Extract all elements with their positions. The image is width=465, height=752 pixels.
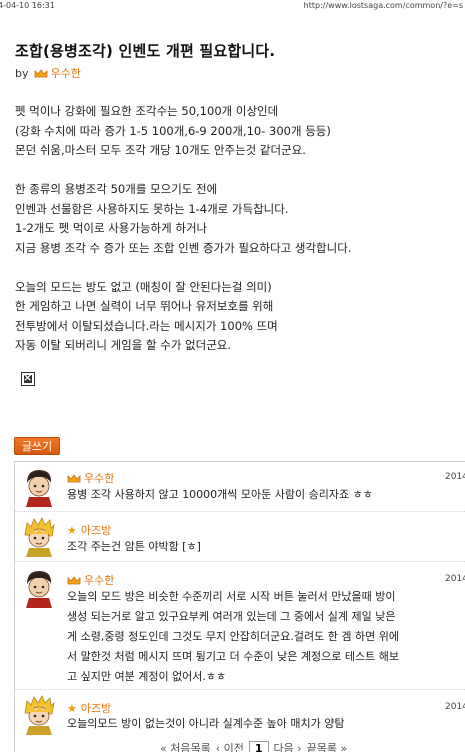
- comment-line: 조각 주는건 암튼 야박함 [ㅎ]: [67, 540, 201, 553]
- body-line: (강화 수치에 따라 증가 1-5 100개,6-9 200개,10- 300개…: [15, 123, 331, 138]
- page-current[interactable]: 1: [248, 740, 269, 752]
- comment-line: 오늘의모드 방이 없는것이 아니라 실계수준 높아 매치가 양탐: [67, 717, 345, 730]
- comment-text: 오늘의 모드 방은 비슷한 수준끼리 서로 시작 버튼 눌러서 만났을때 방이 …: [67, 587, 439, 687]
- page-title: 조합(용병조각) 인벤도 개편 필요합니다.: [15, 42, 276, 60]
- print-url: http://www.lostsaga.com/common/?e=s: [303, 1, 463, 10]
- avatar-blonde-hair: [24, 695, 55, 735]
- page-last-link[interactable]: 끝목록 »: [307, 740, 348, 752]
- broken-image-icon: ×: [21, 371, 35, 386]
- body-line: 1-2개도 펫 먹이로 사용가능하게 하거나: [15, 221, 208, 235]
- comment-text: 조각 주는건 암튼 야박함 [ㅎ]: [67, 537, 439, 557]
- star-rank-icon: ★: [67, 523, 77, 537]
- body-line: 오늘의 모드는 방도 없고 (매칭이 잘 안된다는걸 의미): [15, 279, 272, 294]
- body-line: 한 종류의 용병조각 50개를 모으기도 전에: [15, 182, 218, 196]
- comment-header: 우수한: [67, 572, 114, 588]
- comment-header: ★ 아즈방: [67, 522, 111, 538]
- article-header: 조합(용병조각) 인벤도 개편 필요합니다. by 우수한: [15, 40, 460, 80]
- comment-author[interactable]: 우수한: [84, 470, 114, 486]
- page-first-link[interactable]: « 처음목록: [160, 740, 211, 752]
- comment-item: ★ 아즈방 오늘의모드 방이 없는것이 아니라 실계수준 높아 매치가 양탐 2…: [15, 692, 465, 738]
- comment-date: 2014-: [445, 702, 465, 712]
- by-label: by: [15, 66, 29, 80]
- comment-line: 서 말한것 처럼 메시지 뜨며 튕기고 더 수준이 낮은 계정으로 테스트 해보: [67, 650, 399, 663]
- crown-rank-icon: [67, 575, 81, 584]
- pagination: « 처음목록 ‹ 이전 1 다음 › 끝목록 »: [160, 740, 352, 752]
- page-prev-link[interactable]: ‹ 이전: [216, 740, 244, 752]
- comment-item: ★ 아즈방 조각 주는건 암튼 야박함 [ㅎ]: [15, 514, 465, 562]
- body-line: 전투방에서 이탈되셨습니다.라는 메시지가 100% 뜨며: [15, 318, 278, 333]
- comment-list: 우수한 용병 조각 사용하지 않고 10000개씩 모아둔 사람이 승리자죠 ㅎ…: [14, 461, 465, 752]
- comment-author[interactable]: 우수한: [84, 572, 114, 588]
- comment-item: 우수한 오늘의 모드 방은 비슷한 수준끼리 서로 시작 버튼 눌러서 만났을때…: [15, 564, 465, 690]
- crown-rank-icon: [67, 473, 81, 482]
- comment-line: 생성 되는거로 알고 있구요부케 여러개 있는데 그 중에서 실계 제일 낮은: [67, 610, 396, 623]
- crown-rank-icon: [34, 68, 47, 77]
- star-rank-icon: ★: [67, 701, 77, 715]
- print-date: 4-04-10 16:31: [0, 1, 55, 10]
- body-line: 인벤과 선물함은 사용하지도 못하는 1-4개로 가득찹니다.: [15, 201, 289, 216]
- body-line: 펫 먹이나 강화에 필요한 조각수는 50,100개 이상인데: [15, 104, 279, 118]
- avatar-dark-hair: [26, 470, 52, 507]
- avatar-dark-hair: [26, 571, 52, 608]
- comment-line: 용병 조각 사용하지 않고 10000개씩 모아둔 사람이 승리자죠 ㅎㅎ: [67, 488, 373, 501]
- comment-text: 오늘의모드 방이 없는것이 아니라 실계수준 높아 매치가 양탐: [67, 714, 439, 734]
- body-line: 몬던 쉬움,마스터 모두 조각 개당 10개도 안주는것 같더군요.: [15, 143, 306, 157]
- comment-item: 우수한 용병 조각 사용하지 않고 10000개씩 모아둔 사람이 승리자죠 ㅎ…: [15, 462, 465, 512]
- comment-date: 2014-: [445, 472, 465, 482]
- page-next-link[interactable]: 다음 ›: [274, 740, 302, 752]
- body-line: 지금 용병 조각 수 증가 또는 조합 인벤 증가가 필요하다고 생각합니다.: [15, 240, 352, 255]
- write-button[interactable]: 글쓰기: [14, 437, 60, 455]
- comment-line: 게 소령,중령 정도인데 그것도 무지 안잡히더군요.걸려도 한 겜 하면 위에: [67, 630, 399, 643]
- comment-author[interactable]: 아즈방: [81, 522, 111, 538]
- article-body: 펫 먹이나 강화에 필요한 조각수는 50,100개 이상인데 (강화 수치에 …: [15, 102, 455, 356]
- comment-date: 2014-: [445, 574, 465, 584]
- comment-text: 용병 조각 사용하지 않고 10000개씩 모아둔 사람이 승리자죠 ㅎㅎ: [67, 485, 439, 505]
- avatar-blonde-hair: [24, 517, 55, 557]
- byline: by 우수한: [15, 65, 81, 81]
- browser-print-header: 4-04-10 16:31 http://www.lostsaga.com/co…: [0, 0, 465, 12]
- body-line: 자동 이탈 되버리니 게임을 할 수가 없더군요.: [15, 338, 232, 352]
- comment-line: 오늘의 모드 방은 비슷한 수준끼리 서로 시작 버튼 눌러서 만났을때 방이: [67, 590, 396, 603]
- comment-header: 우수한: [67, 470, 114, 486]
- body-line: 한 게임하고 나면 실력이 너무 뛰어나 유저보호를 위해: [15, 299, 274, 313]
- author-name[interactable]: 우수한: [51, 65, 81, 81]
- comment-line: 고 싶지만 여분 계정이 없어서.ㅎㅎ: [67, 670, 227, 683]
